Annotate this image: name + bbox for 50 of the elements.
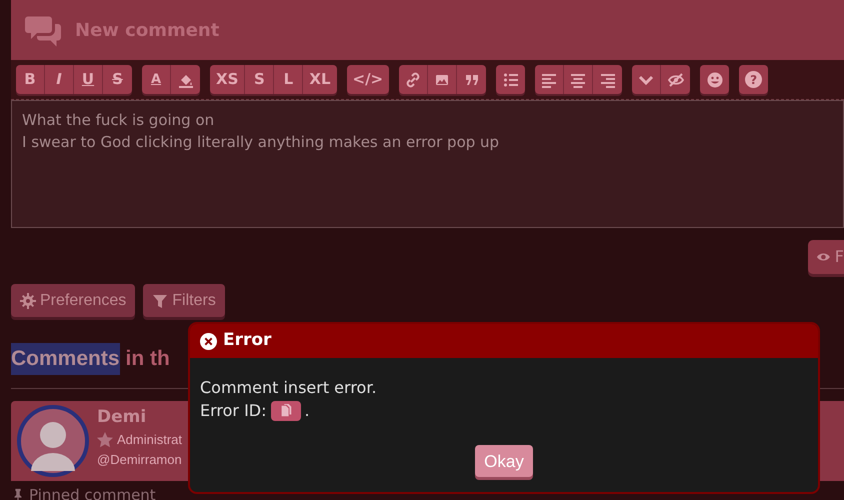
eye-slash-icon — [668, 72, 684, 88]
heading-text: Comments — [11, 343, 120, 374]
error-message: Comment insert error. — [200, 377, 378, 399]
toolbar-button[interactable]: S — [245, 65, 274, 94]
funnel-icon — [152, 292, 168, 308]
toolbar-button[interactable]: ? — [739, 65, 768, 94]
toolbar-button[interactable]: A — [142, 65, 171, 94]
toolbar-button[interactable]: I — [45, 65, 74, 94]
toolbar-button[interactable] — [700, 65, 730, 94]
toolbar-button[interactable]: L — [274, 65, 304, 94]
preview-button[interactable]: F — [808, 240, 844, 274]
pinned-label: Pinned comment — [29, 484, 156, 500]
toolbar-button[interactable]: Filters — [143, 284, 225, 317]
toolbar-button[interactable]: B — [16, 65, 45, 94]
toolbar-button[interactable] — [661, 65, 690, 94]
toolbar-button[interactable]: XS — [210, 65, 246, 94]
list-icon — [502, 72, 519, 88]
toolbar-button[interactable] — [535, 65, 564, 94]
toolbar-button[interactable] — [496, 65, 526, 94]
copy-button[interactable] — [270, 400, 301, 420]
toolbar-button[interactable]: XL — [303, 65, 336, 94]
toolbar-button[interactable] — [632, 65, 662, 94]
align-center-icon — [570, 72, 586, 88]
gear-icon — [20, 292, 36, 308]
toolbar-button[interactable]: U — [74, 65, 103, 94]
toolbar-button[interactable] — [399, 65, 428, 94]
okay-button[interactable]: Okay — [475, 445, 533, 477]
dialog-title: Error — [223, 329, 272, 352]
toolbar-button[interactable]: Preferences — [11, 284, 136, 317]
toolbar-button[interactable] — [593, 65, 622, 94]
comment-field[interactable]: What the fuck is going on I swear to God clicking literally anything makes an error pop up — [11, 100, 844, 228]
error-id-suffix: . — [304, 400, 310, 422]
close-circle-icon — [200, 332, 217, 350]
toolbar-button[interactable]: S — [103, 65, 132, 94]
star-icon — [97, 432, 113, 448]
smiley-icon — [706, 72, 723, 88]
user-handle: @Demirramon — [97, 450, 182, 468]
copy-icon — [278, 404, 293, 418]
link-icon — [405, 72, 422, 88]
toolbar-button[interactable] — [564, 65, 594, 94]
align-left-icon — [541, 72, 558, 88]
user-name: Demi — [97, 406, 148, 428]
toolbar-button[interactable]: </> — [346, 65, 390, 94]
align-right-icon — [600, 72, 616, 88]
user-role: Administrat — [117, 431, 182, 449]
heading-text: in th — [126, 346, 170, 372]
error-id-label: Error ID: — [200, 400, 267, 422]
toolbar-button[interactable] — [457, 65, 486, 94]
avatar — [17, 404, 89, 476]
toolbar-button[interactable] — [428, 65, 458, 94]
